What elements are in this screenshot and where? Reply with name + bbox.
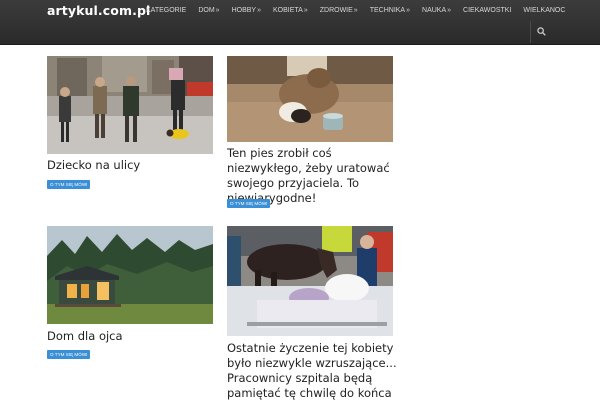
site-logo[interactable]: artykul.com.pl xyxy=(47,3,150,18)
nav-label: Kobieta xyxy=(273,7,303,14)
chevron-right-icon: » xyxy=(353,7,358,14)
dogs-image xyxy=(227,56,393,142)
main-nav: Kategorie Dom» Hobby» Kobieta» Zdrowie» … xyxy=(140,5,571,19)
article-badge[interactable]: O tym się mówi xyxy=(47,350,91,359)
nav-label: Kategorie xyxy=(146,7,187,14)
article-image[interactable] xyxy=(227,56,393,142)
chevron-right-icon: » xyxy=(303,7,308,14)
nav-item-wielkanoc[interactable]: Wielkanoc xyxy=(517,5,571,19)
street-scene-image xyxy=(47,56,213,154)
chevron-right-icon: » xyxy=(406,7,411,14)
nav-item-ciekawostki[interactable]: Ciekawostki xyxy=(457,5,517,19)
nav-label: Hobby xyxy=(231,7,257,14)
article-title[interactable]: Dziecko na ulicy xyxy=(47,158,217,173)
article-title[interactable]: Dom dla ojca xyxy=(47,329,217,344)
chevron-right-icon: » xyxy=(215,7,220,14)
chevron-right-icon: » xyxy=(257,7,261,14)
nav-label: Dom xyxy=(198,7,215,14)
nav-item-hobby[interactable]: Hobby» xyxy=(226,5,267,19)
article-badge[interactable]: O tym się mówi xyxy=(227,199,271,208)
horse-hospital-image xyxy=(227,226,393,336)
nav-item-technika[interactable]: Technika» xyxy=(364,5,416,19)
article-title[interactable]: Ostatnie życzenie tej kobiety było niezw… xyxy=(227,341,399,401)
nav-label: Nauka xyxy=(422,7,447,14)
nav-item-kobieta[interactable]: Kobieta» xyxy=(267,5,314,19)
nav-label: Technika xyxy=(369,7,406,14)
chevron-right-icon: » xyxy=(447,7,452,14)
nav-label: Ciekawostki xyxy=(463,7,512,14)
article-image[interactable] xyxy=(227,226,393,336)
search-icon xyxy=(537,27,546,36)
nav-label: Wielkanoc xyxy=(523,7,566,14)
nav-item-dom[interactable]: Dom» xyxy=(192,5,225,19)
article-image[interactable] xyxy=(47,226,213,324)
search-button[interactable] xyxy=(530,21,553,43)
cabin-image xyxy=(47,226,213,324)
site-header: artykul.com.pl Kategorie Dom» Hobby» Kob… xyxy=(0,0,600,45)
nav-label: Zdrowie xyxy=(319,7,353,14)
article-title[interactable]: Ten pies zrobił coś niezwykłego, żeby ur… xyxy=(227,146,399,206)
article-badge[interactable]: O tym się mówi xyxy=(47,180,91,189)
nav-item-nauka[interactable]: Nauka» xyxy=(416,5,457,19)
nav-item-zdrowie[interactable]: Zdrowie» xyxy=(314,5,364,19)
nav-item-kategorie[interactable]: Kategorie xyxy=(140,5,192,19)
article-image[interactable] xyxy=(47,56,213,154)
